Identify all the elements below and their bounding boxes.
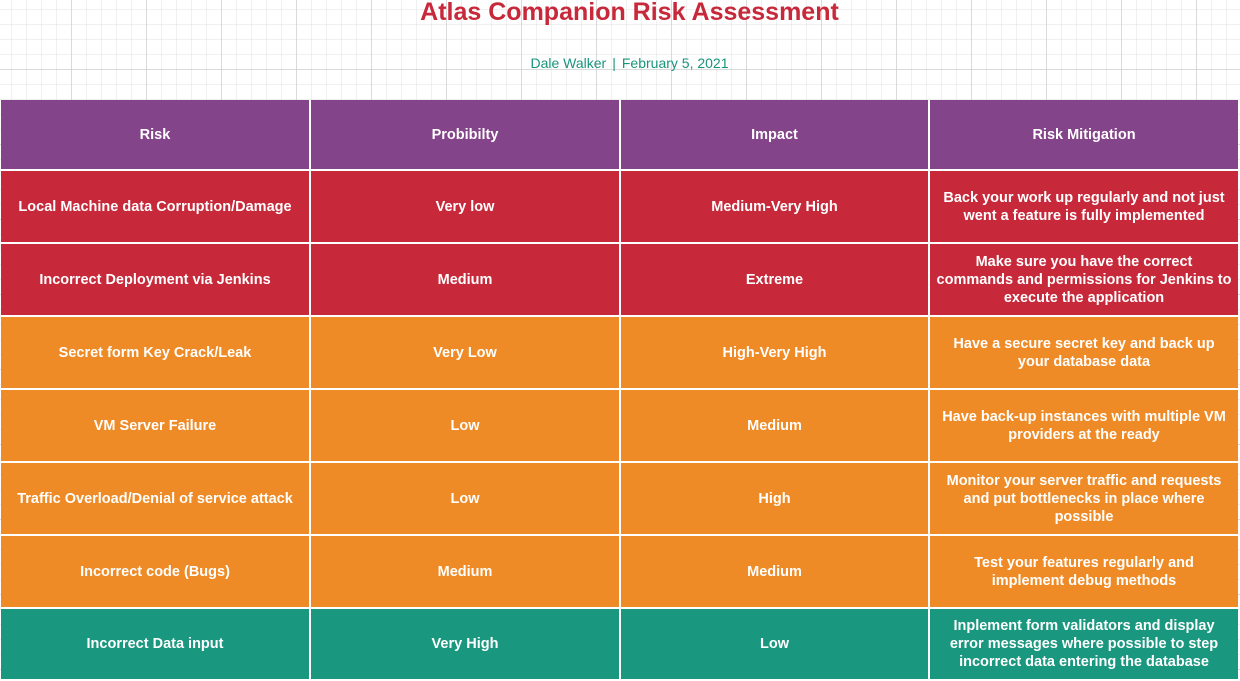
- table-row: VM Server Failure Low Medium Have back-u…: [1, 388, 1238, 463]
- column-header-mitigation: Risk Mitigation: [928, 100, 1238, 171]
- impact-cell: High: [619, 461, 930, 536]
- probability-cell: Very High: [309, 607, 621, 681]
- table-row: Local Machine data Corruption/Damage Ver…: [1, 169, 1238, 244]
- mitigation-cell: Test your features regularly and impleme…: [928, 534, 1238, 609]
- risk-cell: Local Machine data Corruption/Damage: [1, 169, 311, 244]
- column-header-risk: Risk: [1, 100, 311, 171]
- probability-cell: Medium: [309, 534, 621, 609]
- impact-cell: High-Very High: [619, 315, 930, 390]
- risk-cell: VM Server Failure: [1, 388, 311, 463]
- table-header-row: Risk Probibilty Impact Risk Mitigation: [1, 100, 1238, 171]
- table-row: Incorrect Data input Very High Low Inple…: [1, 607, 1238, 681]
- author-name: Dale Walker: [530, 55, 607, 71]
- mitigation-cell: Have a secure secret key and back up you…: [928, 315, 1238, 390]
- byline-separator: |: [612, 55, 616, 71]
- mitigation-cell: Monitor your server traffic and requests…: [928, 461, 1238, 536]
- risk-cell: Incorrect code (Bugs): [1, 534, 311, 609]
- probability-cell: Very low: [309, 169, 621, 244]
- impact-cell: Medium-Very High: [619, 169, 930, 244]
- mitigation-cell: Inplement form validators and display er…: [928, 607, 1238, 681]
- risk-cell: Incorrect Data input: [1, 607, 311, 681]
- risk-assessment-table: Risk Probibilty Impact Risk Mitigation L…: [1, 100, 1238, 681]
- risk-cell: Incorrect Deployment via Jenkins: [1, 242, 311, 317]
- byline: Dale Walker | February 5, 2021: [0, 54, 1240, 72]
- mitigation-cell: Make sure you have the correct commands …: [928, 242, 1238, 317]
- probability-cell: Medium: [309, 242, 621, 317]
- probability-cell: Low: [309, 388, 621, 463]
- mitigation-cell: Have back-up instances with multiple VM …: [928, 388, 1238, 463]
- column-header-probability: Probibilty: [309, 100, 621, 171]
- document-date: February 5, 2021: [621, 55, 729, 71]
- impact-cell: Medium: [619, 388, 930, 463]
- impact-cell: Low: [619, 607, 930, 681]
- table-row: Incorrect Deployment via Jenkins Medium …: [1, 242, 1238, 317]
- table-row: Incorrect code (Bugs) Medium Medium Test…: [1, 534, 1238, 609]
- table-row: Traffic Overload/Denial of service attac…: [1, 461, 1238, 536]
- mitigation-cell: Back your work up regularly and not just…: [928, 169, 1238, 244]
- probability-cell: Low: [309, 461, 621, 536]
- column-header-impact: Impact: [619, 100, 930, 171]
- risk-cell: Secret form Key Crack/Leak: [1, 315, 311, 390]
- page-title: Atlas Companion Risk Assessment: [420, 0, 839, 26]
- impact-cell: Extreme: [619, 242, 930, 317]
- impact-cell: Medium: [619, 534, 930, 609]
- risk-cell: Traffic Overload/Denial of service attac…: [1, 461, 311, 536]
- table-row: Secret form Key Crack/Leak Very Low High…: [1, 315, 1238, 390]
- probability-cell: Very Low: [309, 315, 621, 390]
